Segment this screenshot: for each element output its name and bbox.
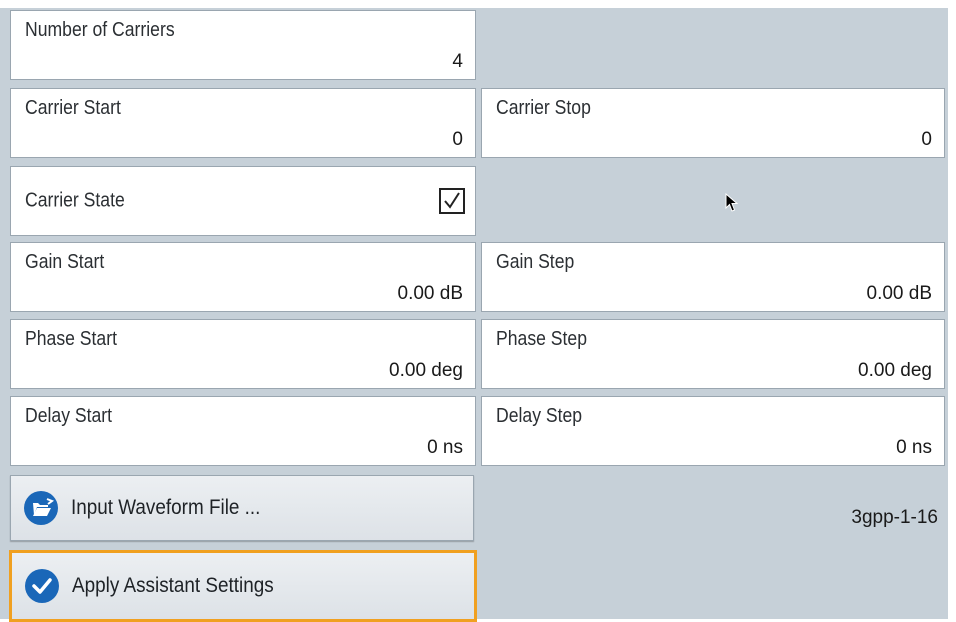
delay-step-value: 0 ns <box>896 437 932 458</box>
delay-step-field[interactable]: Delay Step 0 ns <box>481 396 945 466</box>
phase-start-field[interactable]: Phase Start 0.00 deg <box>10 319 476 389</box>
carrier-state-field[interactable]: Carrier State <box>10 166 476 236</box>
delay-step-label: Delay Step <box>496 405 583 427</box>
gain-step-label: Gain Step <box>496 251 575 273</box>
input-waveform-file-button[interactable]: Input Waveform File ... <box>10 475 474 541</box>
apply-assistant-settings-label: Apply Assistant Settings <box>72 574 274 597</box>
phase-step-label: Phase Step <box>496 328 588 350</box>
gain-start-value: 0.00 dB <box>397 283 464 304</box>
phase-step-value: 0.00 deg <box>858 360 932 381</box>
mouse-pointer-icon <box>725 193 739 212</box>
number-of-carriers-label: Number of Carriers <box>25 19 175 41</box>
waveform-file-name: 3gpp-1-16 <box>851 507 938 528</box>
gain-start-field[interactable]: Gain Start 0.00 dB <box>10 242 476 312</box>
gain-step-value: 0.00 dB <box>866 283 933 304</box>
carrier-stop-value: 0 <box>921 129 932 150</box>
apply-assistant-settings-button[interactable]: Apply Assistant Settings <box>9 550 477 622</box>
folder-open-icon <box>24 491 58 525</box>
gain-step-field[interactable]: Gain Step 0.00 dB <box>481 242 945 312</box>
delay-start-field[interactable]: Delay Start 0 ns <box>10 396 476 466</box>
delay-start-label: Delay Start <box>25 405 113 427</box>
checkmark-icon <box>25 569 59 603</box>
carrier-stop-field[interactable]: Carrier Stop 0 <box>481 88 945 158</box>
carrier-start-value: 0 <box>452 129 463 150</box>
phase-start-value: 0.00 deg <box>389 360 463 381</box>
delay-start-value: 0 ns <box>427 437 463 458</box>
carrier-start-label: Carrier Start <box>25 97 121 119</box>
number-of-carriers-field[interactable]: Number of Carriers 4 <box>10 10 476 80</box>
carrier-stop-label: Carrier Stop <box>496 97 591 119</box>
number-of-carriers-value: 4 <box>452 51 463 72</box>
phase-start-label: Phase Start <box>25 328 117 350</box>
carrier-state-checkbox[interactable] <box>439 188 465 214</box>
carrier-settings-panel: Number of Carriers 4 Carrier Start 0 Car… <box>0 8 948 622</box>
gain-start-label: Gain Start <box>25 251 105 273</box>
phase-step-field[interactable]: Phase Step 0.00 deg <box>481 319 945 389</box>
checkmark-icon <box>444 192 460 209</box>
input-waveform-file-label: Input Waveform File ... <box>71 496 261 519</box>
carrier-state-label: Carrier State <box>25 189 125 212</box>
carrier-start-field[interactable]: Carrier Start 0 <box>10 88 476 158</box>
